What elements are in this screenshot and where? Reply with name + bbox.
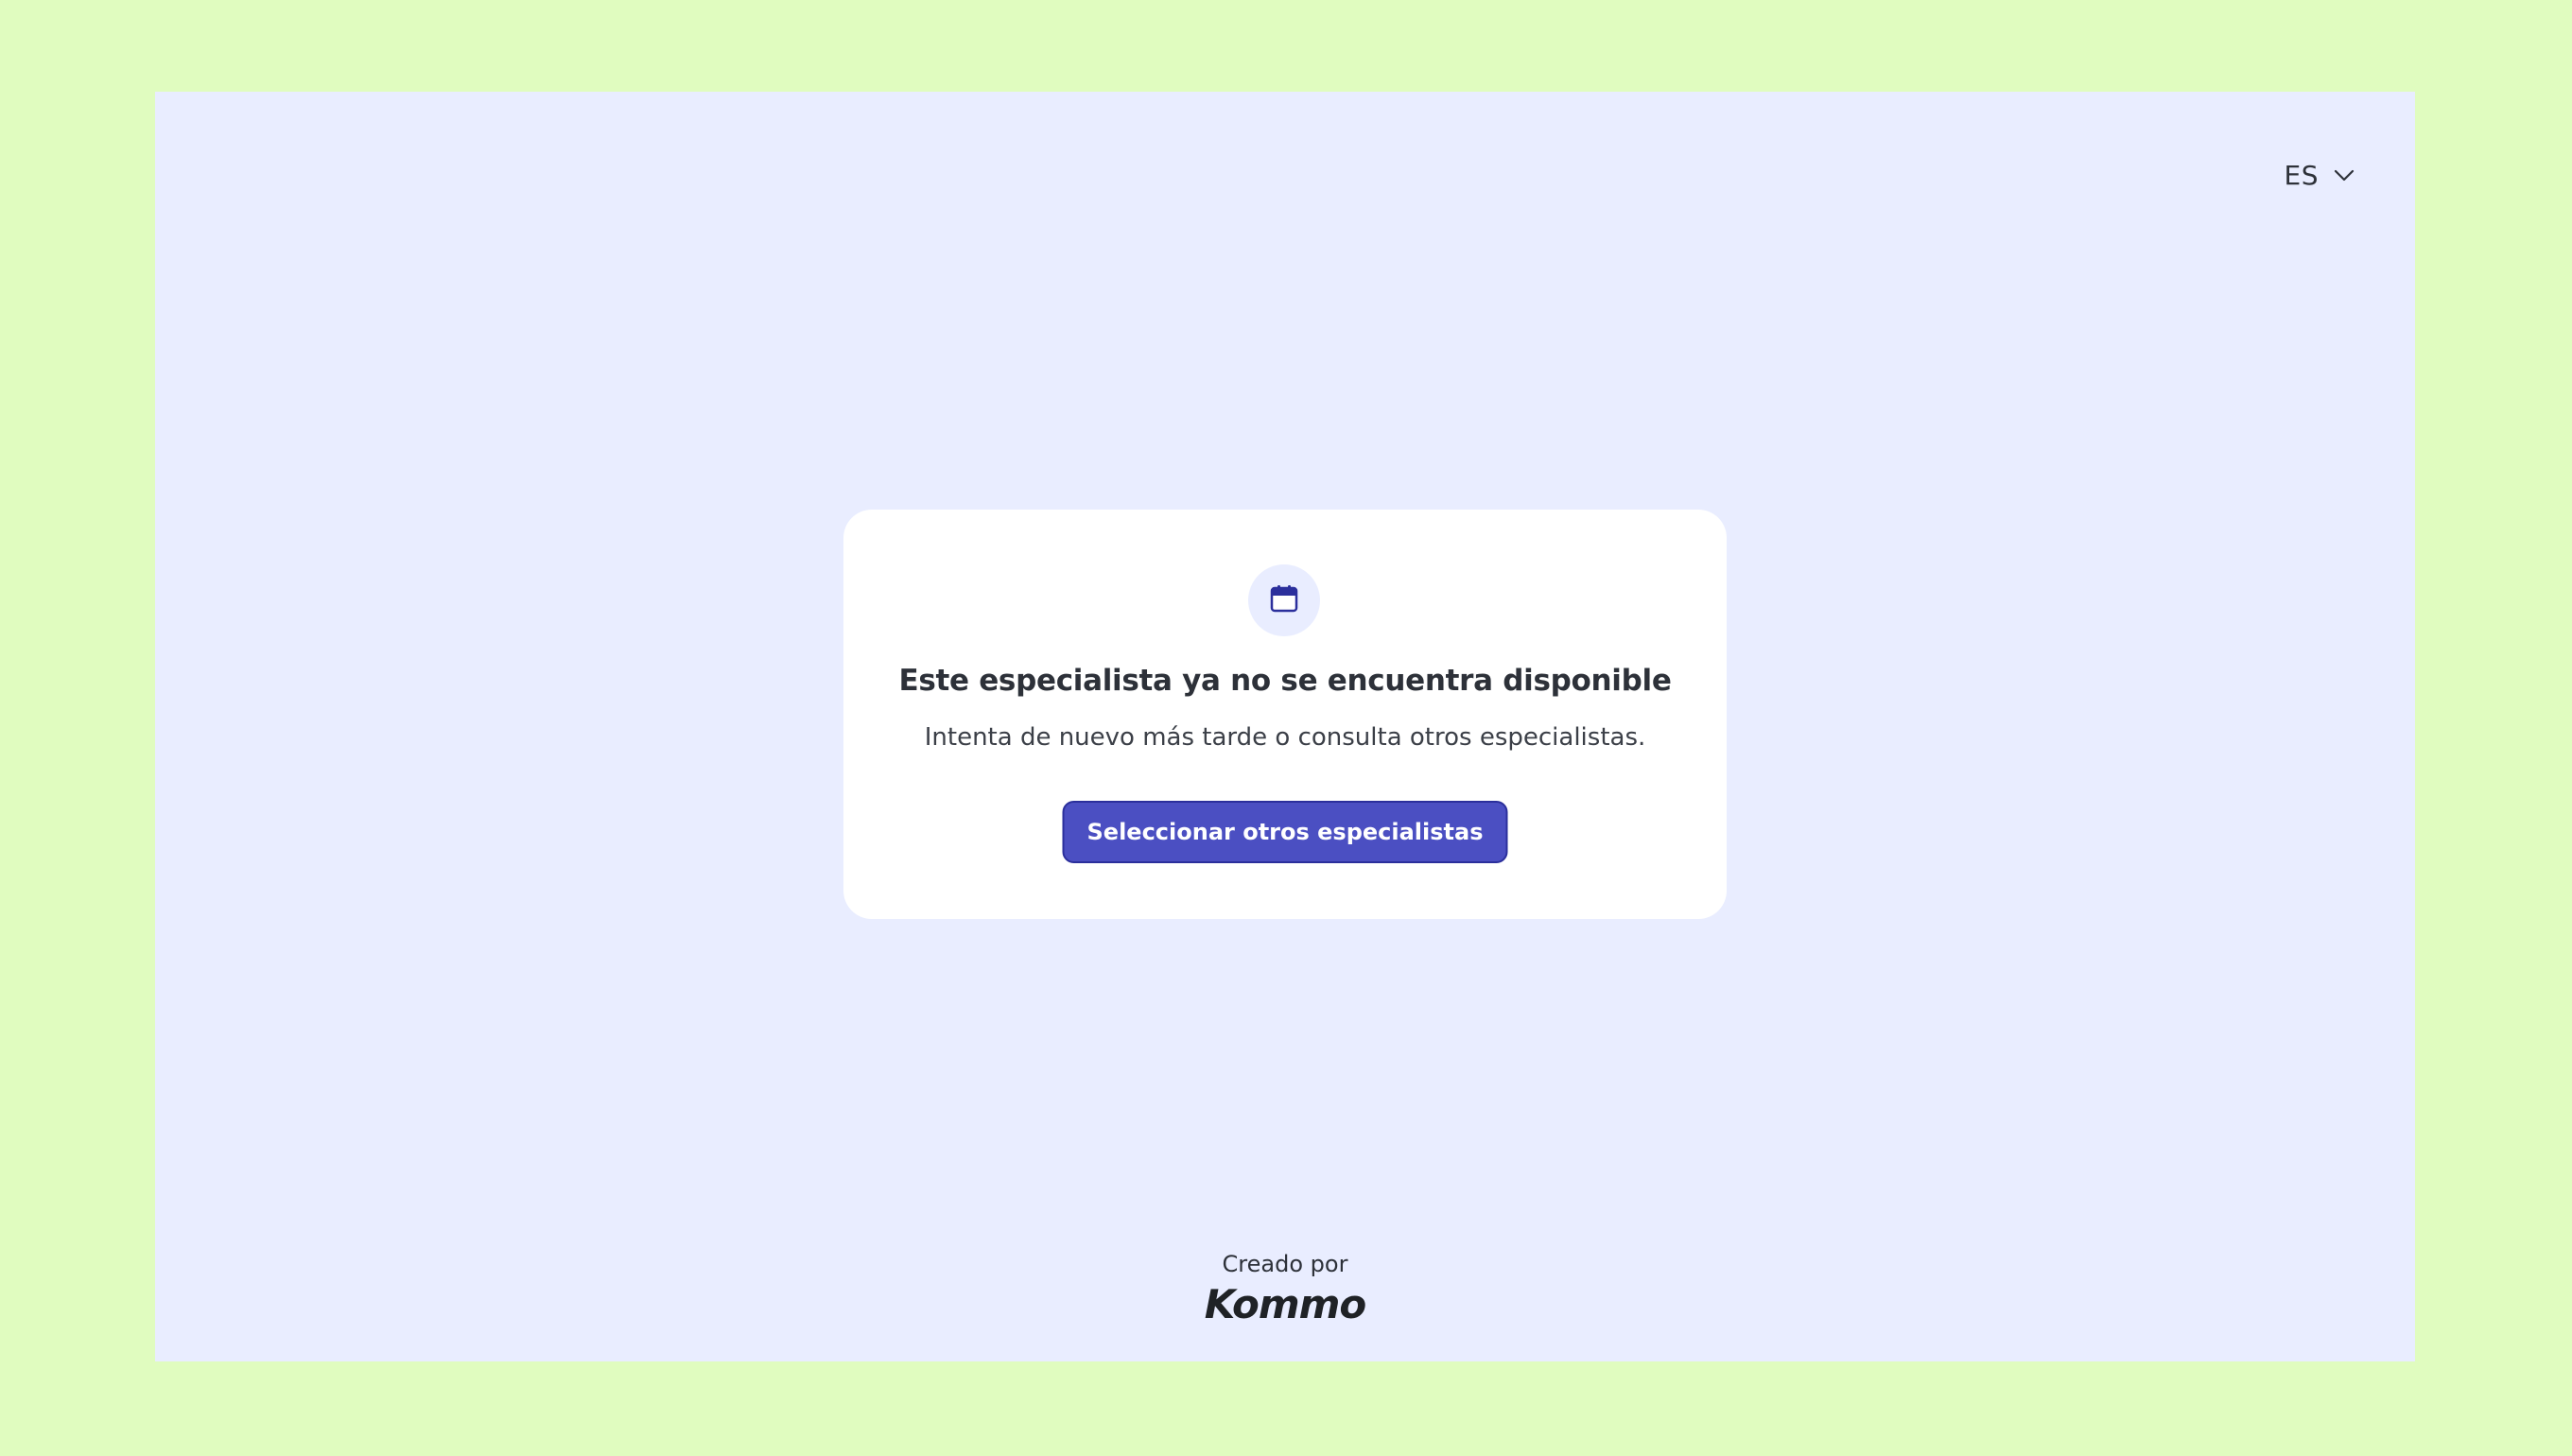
language-selector[interactable]: ES [2285,148,2356,201]
kommo-logo[interactable]: Kommo [1205,1281,1366,1327]
calendar-icon [1269,583,1299,617]
created-by-label: Creado por [1222,1251,1348,1277]
language-selected-value: ES [2284,159,2319,191]
unavailable-card: Este especialista ya no se encuentra dis… [843,510,1727,919]
booking-page: ES Este especialista ya no se encuentra … [155,92,2415,1361]
card-subtitle: Intenta de nuevo más tarde o consulta ot… [924,723,1646,752]
footer: Creado por Kommo [155,1251,2415,1327]
select-other-specialists-button[interactable]: Seleccionar otros especialistas [1062,801,1508,863]
card-title: Este especialista ya no se encuentra dis… [898,664,1672,698]
chevron-down-icon [2332,163,2356,187]
calendar-icon-badge [1248,564,1320,636]
